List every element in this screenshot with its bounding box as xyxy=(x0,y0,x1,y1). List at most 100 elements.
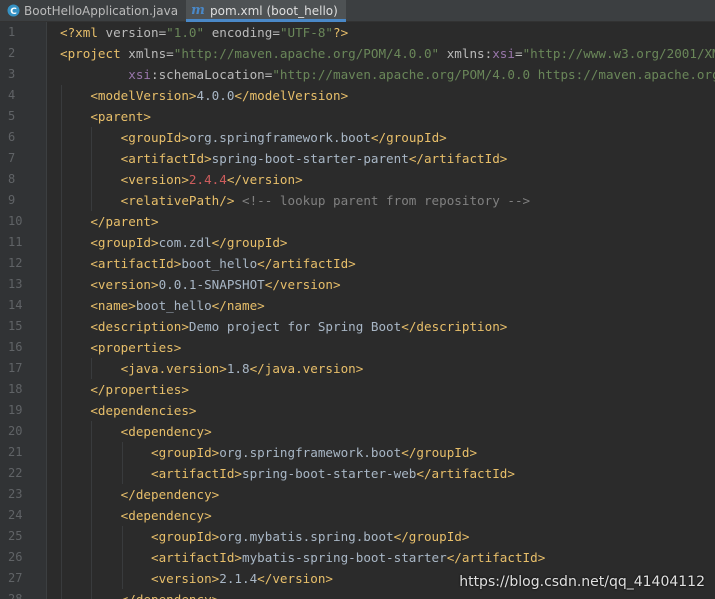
code-line: <name>boot_hello</name> xyxy=(60,295,715,316)
line-number: 5 xyxy=(8,109,16,123)
code-token-tag: <description> xyxy=(90,319,189,334)
code-token-tag: <properties> xyxy=(90,340,182,355)
tab-label: pom.xml (boot_hello) xyxy=(210,3,338,18)
line-number: 13 xyxy=(8,277,23,291)
tab-pom-xml[interactable]: m pom.xml (boot_hello) xyxy=(186,0,346,22)
code-token-text: org.springframework.boot xyxy=(219,445,402,460)
code-token-text: spring-boot-starter-parent xyxy=(211,151,409,166)
line-number: 1 xyxy=(8,25,16,39)
line-number: 23 xyxy=(8,487,23,501)
code-line: </parent> xyxy=(60,211,715,232)
indent-guide xyxy=(61,106,62,127)
code-token-tag: </parent> xyxy=(90,214,159,229)
code-token-tag: </dependency> xyxy=(120,487,220,502)
code-token-tag: <artifactId> xyxy=(90,256,182,271)
code-line: <?xml version="1.0" encoding="UTF-8"?> xyxy=(60,22,715,43)
indent-guide xyxy=(61,484,62,505)
code-token-tag: </artifactId> xyxy=(408,151,508,166)
code-line: <groupId>org.springframework.boot</group… xyxy=(60,127,715,148)
code-line: <artifactId>boot_hello</artifactId> xyxy=(60,253,715,274)
indent-guide xyxy=(61,442,62,463)
code-token-tag: <name> xyxy=(90,298,136,313)
code-area[interactable]: <?xml version="1.0" encoding="UTF-8"?> <p… xyxy=(60,22,715,599)
line-number: 2 xyxy=(8,46,16,60)
indent-guide xyxy=(61,148,62,169)
tab-label: BootHelloApplication.java xyxy=(24,3,179,18)
code-line: <dependency> xyxy=(60,505,715,526)
indent-guide xyxy=(91,442,93,463)
indent-guide xyxy=(91,547,93,568)
code-token-attr: xmlns= xyxy=(128,46,174,61)
code-line: <java.version>1.8</java.version> xyxy=(60,358,715,379)
indent-guide xyxy=(61,85,62,106)
indent-guide xyxy=(61,316,62,337)
indent-guide xyxy=(61,274,62,295)
indent-guide xyxy=(61,589,62,599)
code-token-val: "UTF-8" xyxy=(279,25,334,40)
code-token-tag: </groupId> xyxy=(211,235,288,250)
indent-guide xyxy=(91,169,93,190)
code-token-tag: <parent> xyxy=(90,109,152,124)
indent-guide xyxy=(61,253,62,274)
ide-window: C BootHelloApplication.java m pom.xml (b… xyxy=(0,0,715,599)
code-token-attr: xmlns: xyxy=(446,46,493,61)
indent-guide xyxy=(61,337,62,358)
code-token-text: org.mybatis.spring.boot xyxy=(219,529,394,544)
code-token-attr: :schemaLocation= xyxy=(151,67,273,82)
code-token-tag: </groupId> xyxy=(401,445,478,460)
indent-guide xyxy=(91,421,93,442)
watermark-url: https://blog.csdn.net/qq_41404112 xyxy=(459,574,705,590)
code-line: <properties> xyxy=(60,337,715,358)
line-number: 18 xyxy=(8,382,23,396)
code-line: <groupId>com.zdl</groupId> xyxy=(60,232,715,253)
code-line: <project xmlns="http://maven.apache.org/… xyxy=(60,43,715,64)
code-token-text: 1.8 xyxy=(226,361,250,376)
line-number: 26 xyxy=(8,550,23,564)
code-token-tag: <java.version> xyxy=(120,361,227,376)
code-token-val: "http://maven.apache.org/POM/4.0.0 https… xyxy=(272,67,715,82)
code-token-text: boot_hello xyxy=(181,256,258,271)
maven-icon: m xyxy=(191,3,205,18)
code-line: </properties> xyxy=(60,379,715,400)
svg-text:C: C xyxy=(10,7,17,17)
indent-guide xyxy=(61,295,62,316)
code-token-attr: encoding= xyxy=(211,25,280,40)
code-token-tag: <version> xyxy=(120,172,189,187)
code-token-text: 4.0.0 xyxy=(196,88,235,103)
tab-boot-hello-application[interactable]: C BootHelloApplication.java xyxy=(0,0,186,21)
code-token-tag: </version> xyxy=(257,571,333,586)
code-token-comment: <!-- lookup parent from repository --> xyxy=(242,193,531,208)
indent-guide xyxy=(121,463,123,484)
indent-guide xyxy=(91,358,93,379)
indent-guide xyxy=(91,589,93,599)
code-editor[interactable]: 1 2 3 4 5 6 7 8 9 10 11 12 13 14 15 16 17 18 19 20 21 22 23 24 2… xyxy=(0,22,715,599)
indent-guide xyxy=(121,547,123,568)
code-token-tag: </version> xyxy=(226,172,303,187)
code-line: <dependency> xyxy=(60,421,715,442)
code-token-tag: <version> xyxy=(90,277,159,292)
code-line: xsi:schemaLocation="http://maven.apache.… xyxy=(60,64,715,85)
code-token-attr: = xyxy=(514,46,523,61)
code-token-tag: </modelVersion> xyxy=(234,88,349,103)
code-line: <relativePath/> <!-- lookup parent from … xyxy=(60,190,715,211)
indent-guide xyxy=(91,148,93,169)
code-line: <artifactId>spring-boot-starter-parent</… xyxy=(60,148,715,169)
code-token-text: 2.1.4 xyxy=(219,571,258,586)
line-number: 27 xyxy=(8,571,23,585)
line-number: 9 xyxy=(8,193,16,207)
code-token-tag: </artifactId> xyxy=(257,256,356,271)
